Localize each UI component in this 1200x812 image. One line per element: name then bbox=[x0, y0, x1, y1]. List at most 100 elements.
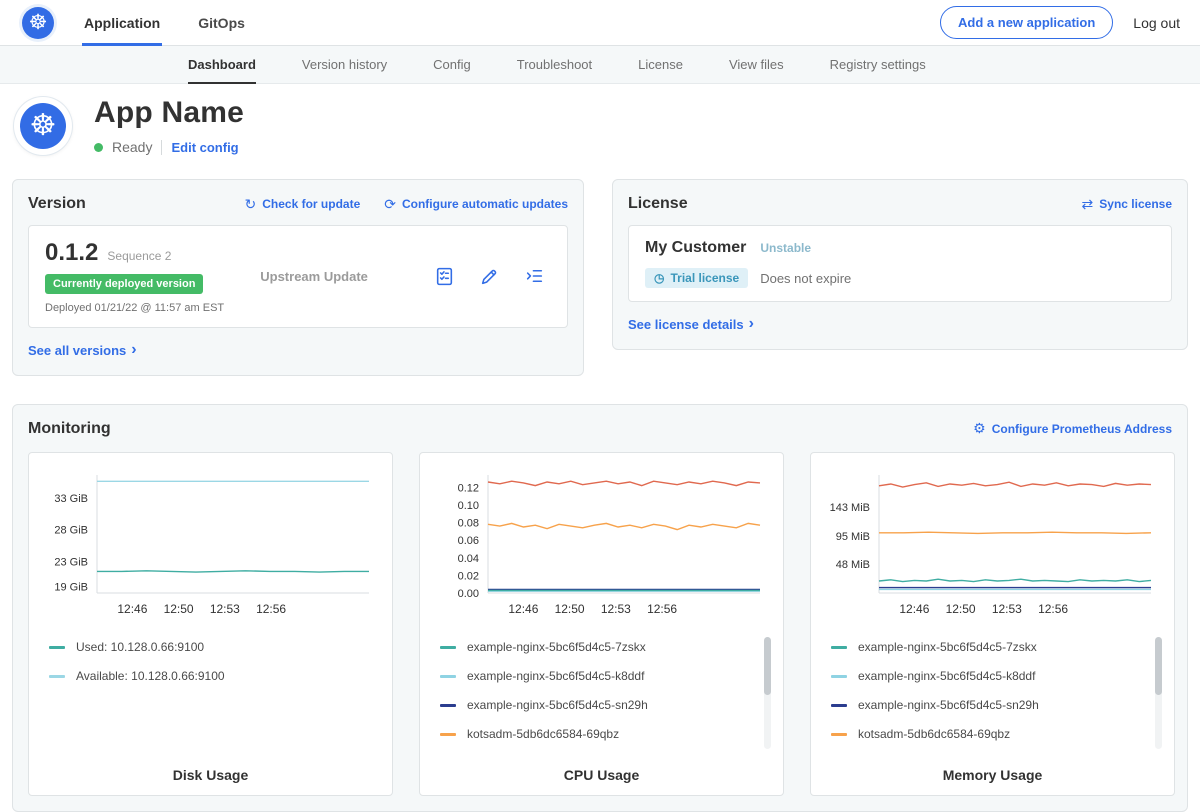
topnav-tab-application[interactable]: Application bbox=[82, 0, 162, 46]
check-for-update-link[interactable]: ↻ Check for update bbox=[245, 196, 361, 213]
subnav-tab-version-history[interactable]: Version history bbox=[302, 46, 387, 84]
see-license-details-link[interactable]: See license details › bbox=[628, 316, 754, 332]
license-card: License ⇄ Sync license My Customer Unsta… bbox=[612, 179, 1188, 350]
kubernetes-logo-icon[interactable]: ☸ bbox=[22, 7, 54, 39]
clock-icon: ◷ bbox=[654, 271, 664, 285]
legend-label: Available: 10.128.0.66:9100 bbox=[76, 669, 225, 683]
cpu-usage-legend: example-nginx-5bc6f5d4c5-7zskxexample-ng… bbox=[432, 633, 771, 759]
refresh-icon: ↻ bbox=[245, 196, 257, 213]
svg-text:12:46: 12:46 bbox=[117, 602, 147, 616]
legend-color-dash-icon bbox=[440, 675, 456, 678]
release-notes-icon[interactable] bbox=[434, 266, 455, 287]
legend-scrollbar-thumb[interactable] bbox=[1155, 637, 1162, 695]
app-logo: ☸ bbox=[14, 97, 72, 155]
svg-text:0.02: 0.02 bbox=[458, 570, 479, 582]
ready-status-dot bbox=[94, 143, 103, 152]
legend-item: example-nginx-5bc6f5d4c5-sn29h bbox=[831, 691, 1154, 720]
disk-usage-chart-card: 33 GiB28 GiB23 GiB19 GiB12:4612:5012:531… bbox=[28, 452, 393, 796]
legend-color-dash-icon bbox=[831, 646, 847, 649]
sync-icon: ⇄ bbox=[1082, 196, 1094, 213]
svg-text:0.12: 0.12 bbox=[458, 482, 479, 494]
license-type-badge: ◷ Trial license bbox=[645, 268, 748, 288]
subnav-tab-view-files[interactable]: View files bbox=[729, 46, 784, 84]
see-all-versions-link[interactable]: See all versions › bbox=[28, 342, 137, 358]
svg-text:0.00: 0.00 bbox=[458, 588, 479, 600]
legend-color-dash-icon bbox=[440, 704, 456, 707]
legend-label: Used: 10.128.0.66:9100 bbox=[76, 640, 204, 654]
svg-text:12:53: 12:53 bbox=[210, 602, 240, 616]
customer-name: My Customer bbox=[645, 239, 746, 257]
legend-color-dash-icon bbox=[440, 646, 456, 649]
monitoring-title: Monitoring bbox=[28, 420, 111, 438]
svg-text:0.10: 0.10 bbox=[458, 499, 479, 511]
legend-item: kotsadm-5db6dc6584-69qbz bbox=[831, 720, 1154, 749]
svg-text:12:56: 12:56 bbox=[1038, 602, 1068, 616]
svg-text:12:53: 12:53 bbox=[601, 602, 631, 616]
app-header: ☸ App Name Ready Edit config bbox=[0, 84, 1200, 171]
legend-item: example-nginx-5bc6f5d4c5-7zskx bbox=[440, 633, 763, 662]
svg-text:19 GiB: 19 GiB bbox=[54, 581, 88, 593]
legend-item: example-nginx-5bc6f5d4c5-sn29h bbox=[440, 691, 763, 720]
license-expiration: Does not expire bbox=[760, 271, 851, 286]
svg-text:33 GiB: 33 GiB bbox=[54, 492, 88, 504]
legend-scrollbar[interactable] bbox=[1155, 637, 1162, 749]
svg-text:12:50: 12:50 bbox=[946, 602, 976, 616]
sync-license-link[interactable]: ⇄ Sync license bbox=[1082, 196, 1172, 213]
legend-item: example-nginx-5bc6f5d4c5-7zskx bbox=[831, 633, 1154, 662]
legend-item: kotsadm-5db6dc6584-69qbz bbox=[440, 720, 763, 749]
legend-label: example-nginx-5bc6f5d4c5-7zskx bbox=[858, 640, 1037, 654]
subnav-tab-config[interactable]: Config bbox=[433, 46, 471, 84]
subnav-tab-troubleshoot[interactable]: Troubleshoot bbox=[517, 46, 592, 84]
configure-prometheus-link[interactable]: ⚙ Configure Prometheus Address bbox=[973, 420, 1172, 437]
memory-usage-legend: example-nginx-5bc6f5d4c5-7zskx example-ng… bbox=[823, 633, 1162, 759]
chart-title: CPU Usage bbox=[432, 767, 771, 783]
helm-wheel-glyph: ☸ bbox=[29, 10, 48, 35]
subnav-tab-dashboard[interactable]: Dashboard bbox=[188, 46, 256, 84]
legend-item: Used: 10.128.0.66:9100 bbox=[49, 633, 372, 662]
top-navbar: ☸ Application GitOps Add a new applicatio… bbox=[0, 0, 1200, 46]
add-new-application-button[interactable]: Add a new application bbox=[940, 6, 1113, 39]
deploy-logs-icon[interactable] bbox=[524, 266, 545, 287]
divider bbox=[161, 140, 162, 155]
svg-text:0.08: 0.08 bbox=[458, 517, 479, 529]
cpu-usage-chart: 0.120.100.080.060.040.020.0012:4612:5012… bbox=[432, 465, 772, 621]
topnav-tabs: Application GitOps bbox=[82, 0, 281, 46]
chart-title: Disk Usage bbox=[41, 767, 380, 783]
logout-link[interactable]: Log out bbox=[1133, 15, 1180, 31]
memory-usage-chart-card: 143 MiB95 MiB48 MiB12:4612:5012:5312:56 … bbox=[810, 452, 1175, 796]
legend-scrollbar-thumb[interactable] bbox=[764, 637, 771, 695]
svg-text:48 MiB: 48 MiB bbox=[836, 559, 870, 571]
version-number: 0.1.2 bbox=[45, 239, 98, 267]
version-card: Version ↻ Check for update ⟳ Configure a… bbox=[12, 179, 584, 376]
svg-text:12:46: 12:46 bbox=[508, 602, 538, 616]
subnav-tab-registry-settings[interactable]: Registry settings bbox=[830, 46, 926, 84]
monitoring-card: Monitoring ⚙ Configure Prometheus Addres… bbox=[12, 404, 1188, 812]
version-card-title: Version bbox=[28, 195, 86, 213]
disk-usage-chart: 33 GiB28 GiB23 GiB19 GiB12:4612:5012:531… bbox=[41, 465, 381, 621]
edit-config-link[interactable]: Edit config bbox=[171, 140, 238, 155]
chart-title: Memory Usage bbox=[823, 767, 1162, 783]
legend-scrollbar[interactable] bbox=[764, 637, 771, 749]
svg-text:12:56: 12:56 bbox=[647, 602, 677, 616]
upstream-update-label: Upstream Update bbox=[260, 269, 368, 284]
deployed-timestamp: Deployed 01/21/22 @ 11:57 am EST bbox=[45, 302, 224, 314]
chevron-right-icon: › bbox=[131, 342, 136, 358]
legend-label: kotsadm-5db6dc6584-69qbz bbox=[467, 727, 619, 741]
legend-item: example-nginx-5bc6f5d4c5-k8ddf bbox=[440, 662, 763, 691]
legend-color-dash-icon bbox=[49, 675, 65, 678]
license-box: My Customer Unstable ◷ Trial license Doe… bbox=[628, 225, 1172, 302]
svg-text:143 MiB: 143 MiB bbox=[830, 501, 870, 513]
license-channel: Unstable bbox=[760, 241, 811, 255]
legend-color-dash-icon bbox=[831, 733, 847, 736]
chevron-right-icon: › bbox=[749, 316, 754, 332]
topnav-tab-gitops[interactable]: GitOps bbox=[196, 0, 247, 46]
configure-automatic-updates-link[interactable]: ⟳ Configure automatic updates bbox=[384, 196, 568, 213]
legend-color-dash-icon bbox=[831, 675, 847, 678]
legend-color-dash-icon bbox=[49, 646, 65, 649]
subnav-tab-license[interactable]: License bbox=[638, 46, 683, 84]
legend-label: example-nginx-5bc6f5d4c5-sn29h bbox=[467, 698, 648, 712]
legend-item: example-nginx-5bc6f5d4c5-k8ddf bbox=[831, 662, 1154, 691]
legend-color-dash-icon bbox=[831, 704, 847, 707]
edit-config-icon[interactable] bbox=[479, 266, 500, 287]
current-version-box: 0.1.2 Sequence 2 Currently deployed vers… bbox=[28, 225, 568, 328]
